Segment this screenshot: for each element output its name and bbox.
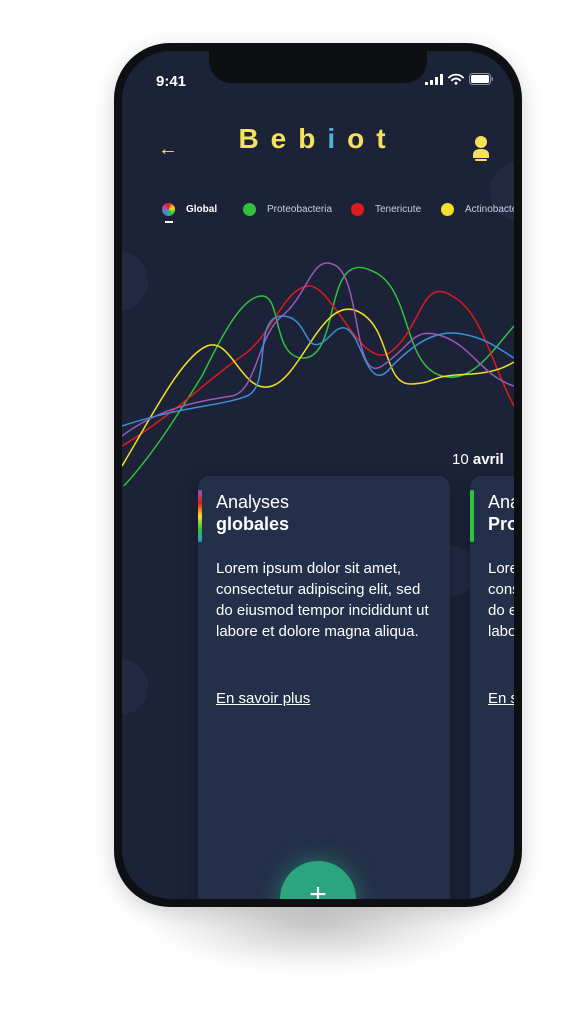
legend-label: Proteobacteria (267, 204, 333, 215)
legend-item-tenericute[interactable]: Tenericute (351, 203, 421, 216)
date-day: 10 (452, 451, 469, 468)
legend-color-dot (441, 203, 454, 216)
logo-text-end: ot (347, 123, 398, 154)
legend-item-proteobacteria[interactable]: Proteobacteria (243, 203, 332, 216)
chart-date: 10 avril (452, 451, 504, 468)
signal-icon (425, 73, 443, 85)
card-subtitle: globales (216, 514, 290, 534)
card-subtitle: Proteobacteria (488, 514, 514, 534)
analysis-card-global[interactable]: Analyses globales Lorem ipsum dolor sit … (198, 476, 450, 899)
card-description: Lorem ipsum dolor sit amet, consectetur … (488, 560, 514, 640)
card-title: Analyses (216, 492, 290, 512)
analysis-card-proteobacteria[interactable]: Analyses Proteobacteria Lorem ipsum dolo… (470, 476, 514, 899)
logo-letter-i: i (327, 123, 348, 154)
card-description: Lorem ipsum dolor sit amet, consectetur … (216, 560, 429, 640)
learn-more-link[interactable]: En savoir plus (216, 690, 310, 707)
logo-text-start: Beb (238, 123, 328, 154)
legend-color-dot (243, 203, 256, 216)
legend-item-global[interactable]: Global (162, 203, 218, 223)
chart-legend: Global Proteobacteria Tenericute Actinob… (162, 203, 514, 233)
card-color-bar (470, 490, 474, 542)
legend-label: Tenericute (375, 204, 422, 215)
card-title: Analyses (488, 492, 514, 512)
app-screen: 9:41 ← Bebiot Global Proteobacteria Tene… (122, 51, 514, 899)
battery-icon (469, 73, 493, 85)
card-color-bar (198, 490, 202, 542)
date-month: avril (472, 451, 504, 468)
legend-label: Global (186, 204, 218, 215)
global-color-dot (162, 203, 175, 216)
device-notch (209, 51, 427, 83)
legend-label: Actinobacteria (465, 204, 514, 215)
background-circle (122, 659, 148, 715)
app-logo: Bebiot (122, 123, 514, 155)
legend-item-actinobacteria[interactable]: Actinobacteria (441, 203, 514, 216)
legend-color-dot (351, 203, 364, 216)
learn-more-link[interactable]: En savoir plus (488, 690, 514, 707)
wifi-icon (448, 73, 464, 85)
user-profile-icon[interactable] (472, 135, 490, 166)
phone-frame: 9:41 ← Bebiot Global Proteobacteria Tene… (114, 43, 522, 907)
series-line-tenericute (122, 285, 514, 447)
status-time: 9:41 (156, 73, 187, 90)
active-indicator (165, 221, 173, 223)
status-icons (425, 73, 494, 85)
